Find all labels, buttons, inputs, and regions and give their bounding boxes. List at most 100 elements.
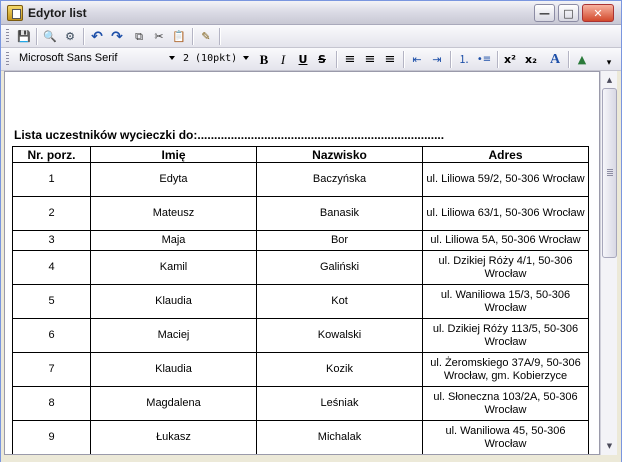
paste-icon[interactable]: 📋 [170,28,188,45]
italic-button[interactable]: I [274,51,292,68]
cell-nr: 5 [12,284,91,319]
scrollbar-grip [607,169,613,177]
font-family-select[interactable]: Microsoft Sans Serif [14,50,177,69]
cell-imie: Maciej [90,318,257,353]
chevron-down-icon[interactable] [243,56,249,60]
find-icon[interactable]: 🔍 [41,28,59,45]
bullet-list-icon[interactable]: •≡ [475,51,493,68]
cell-nazwisko: Leśniak [256,386,423,421]
table-row: 8 Magdalena Leśniak ul. Słoneczna 103/2A… [12,386,589,421]
cell-nr: 1 [12,162,91,197]
toolbar-grip[interactable] [6,29,9,44]
maximize-button[interactable]: □ [558,4,579,22]
superscript-button[interactable]: x² [501,51,519,68]
cut-icon[interactable]: ✂ [150,28,168,45]
numbered-list-icon[interactable]: ⒈ [455,51,473,68]
app-icon [7,5,23,21]
toolbar-separator [192,28,193,45]
scroll-up-icon[interactable]: ▲ [602,72,617,87]
cell-adres: ul. Waniliowa 15/3, 50-306 Wrocław [422,284,589,319]
cell-imie: Magdalena [90,386,257,421]
cell-adres: ul. Waniliowa 45, 50-306 Wrocław [422,420,589,454]
redo-icon[interactable]: ↷ [108,28,126,45]
align-left-icon[interactable]: ≡ [341,51,359,68]
indent-icon[interactable]: ⇥ [428,51,446,68]
table-header-row: Nr. porz. Imię Nazwisko Adres [12,146,589,163]
toolbar-separator [450,51,451,68]
toolbar-separator [36,28,37,45]
cell-adres: ul. Liliowa 63/1, 50-306 Wrocław [422,196,589,231]
save-icon[interactable]: 💾 [15,28,33,45]
column-header-nr: Nr. porz. [12,146,91,163]
outdent-icon[interactable]: ⇤ [408,51,426,68]
cell-adres: ul. Dzikiej Róży 4/1, 50-306 Wrocław [422,250,589,285]
cell-imie: Kamil [90,250,257,285]
participants-table: Nr. porz. Imię Nazwisko Adres 1 Edyta Ba… [12,146,589,454]
align-right-icon[interactable]: ≡ [381,51,399,68]
cell-adres: ul. Żeromskiego 37A/9, 50-306 Wrocław, g… [422,352,589,387]
toolbar-separator [219,28,220,45]
cell-imie: Łukasz [90,420,257,454]
bold-button[interactable]: B [255,51,273,68]
cell-nazwisko: Baczyńska [256,162,423,197]
cell-imie: Edyta [90,162,257,197]
subscript-button[interactable]: x₂ [522,51,540,68]
undo-icon[interactable]: ↶ [88,28,106,45]
align-center-icon[interactable]: ≡ [361,51,379,68]
editor-window: Edytor list — □ ✕ 💾 🔍 ⚙ ↶ ↷ ⧉ ✂ 📋 ✎ B I … [0,0,622,462]
cell-adres: ul. Dzikiej Róży 113/5, 50-306 Wrocław [422,318,589,353]
cell-imie: Klaudia [90,352,257,387]
replace-icon[interactable]: ⚙ [61,28,79,45]
cell-nr: 7 [12,352,91,387]
strikethrough-button[interactable]: S [313,51,331,68]
cell-nr: 2 [12,196,91,231]
cell-nr: 4 [12,250,91,285]
font-family-value: Microsoft Sans Serif [19,52,118,64]
document-heading: Lista uczestników wycieczki do:.........… [14,128,445,142]
toolbar-grip[interactable] [6,52,9,67]
vertical-scrollbar[interactable]: ▲ ▼ [600,71,617,455]
toolbar-separator [403,51,404,68]
underline-button[interactable]: U [294,51,312,68]
font-color-icon[interactable]: A [546,51,564,68]
edit-document-icon[interactable]: ✎ [197,28,215,45]
table-row: 5 Klaudia Kot ul. Waniliowa 15/3, 50-306… [12,284,589,319]
table-row: 2 Mateusz Banasik ul. Liliowa 63/1, 50-3… [12,196,589,231]
table-row: 9 Łukasz Michalak ul. Waniliowa 45, 50-3… [12,420,589,454]
cell-nr: 9 [12,420,91,454]
table-row: 7 Klaudia Kozik ul. Żeromskiego 37A/9, 5… [12,352,589,387]
window-bottom-border [1,456,621,462]
insert-image-icon[interactable]: ▲ [573,51,591,68]
cell-adres: ul. Liliowa 59/2, 50-306 Wrocław [422,162,589,197]
cell-nazwisko: Kozik [256,352,423,387]
minimize-button[interactable]: — [534,4,555,22]
column-header-nazwisko: Nazwisko [256,146,423,163]
cell-adres: ul. Liliowa 5A, 50-306 Wrocław [422,230,589,251]
document-editor[interactable]: Lista uczestników wycieczki do:.........… [4,71,600,455]
cell-nazwisko: Bor [256,230,423,251]
close-button[interactable]: ✕ [582,4,614,22]
cell-nr: 6 [12,318,91,353]
cell-nazwisko: Galiński [256,250,423,285]
table-row: 6 Maciej Kowalski ul. Dzikiej Róży 113/5… [12,318,589,353]
title-bar[interactable]: Edytor list — □ ✕ [1,1,621,25]
cell-nazwisko: Banasik [256,196,423,231]
main-toolbar: 💾 🔍 ⚙ ↶ ↷ ⧉ ✂ 📋 ✎ [1,25,621,48]
copy-icon[interactable]: ⧉ [130,28,148,45]
scrollbar-thumb[interactable] [602,88,617,258]
window-title: Edytor list [28,6,87,20]
table-row: 4 Kamil Galiński ul. Dzikiej Róży 4/1, 5… [12,250,589,285]
cell-imie: Maja [90,230,257,251]
column-header-adres: Adres [422,146,589,163]
cell-nazwisko: Kowalski [256,318,423,353]
toolbar-overflow-icon[interactable]: ▾ [600,55,618,72]
toolbar-separator [336,51,337,68]
cell-adres: ul. Słoneczna 103/2A, 50-306 Wrocław [422,386,589,421]
scroll-down-icon[interactable]: ▼ [602,438,617,453]
column-header-imie: Imię [90,146,257,163]
cell-nazwisko: Michalak [256,420,423,454]
toolbar-separator [497,51,498,68]
chevron-down-icon[interactable] [169,56,175,60]
toolbar-separator [83,28,84,45]
font-size-select[interactable]: 2 (10pkt) [179,50,252,69]
